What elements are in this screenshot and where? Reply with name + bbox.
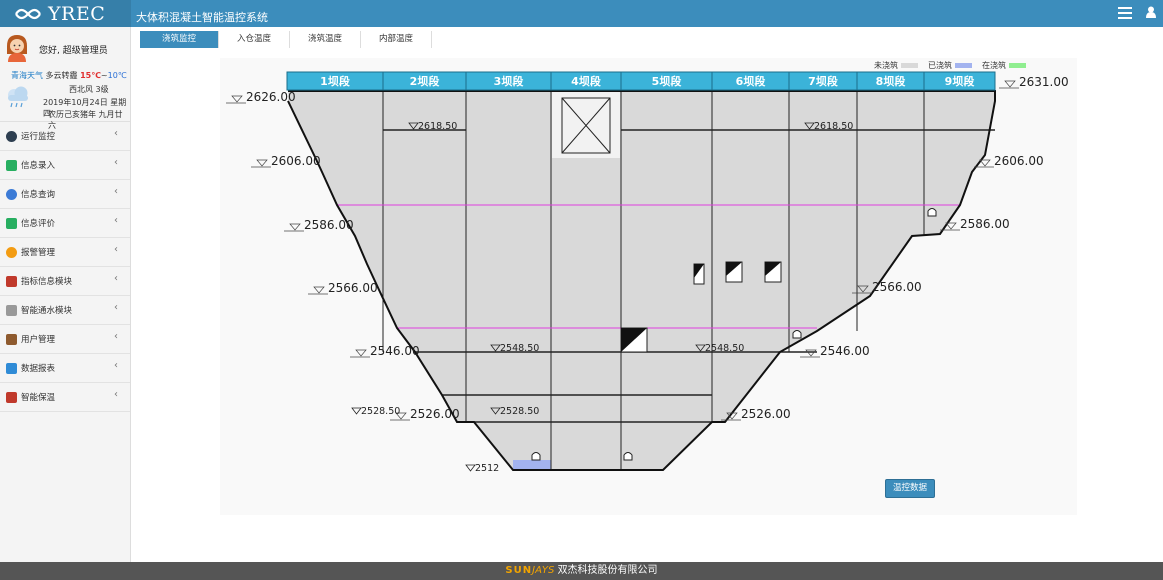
top-bar: YREC 大体积混凝土智能温控系统 [0, 0, 1163, 27]
sidebar: 您好, 超级管理员 青海天气 多云转霾 15℃~10℃ 西北风 3级 2019年… [0, 27, 131, 562]
sidebar-item-9[interactable]: 智能保温 ‹ [0, 383, 130, 412]
chart-icon [6, 275, 17, 287]
sidebar-item-label: 指标信息模块 [21, 277, 73, 287]
sidebar-item-label: 信息查询 [21, 190, 56, 200]
alarm-icon [6, 246, 17, 258]
user-menu-icon[interactable] [1146, 6, 1156, 18]
legend-pouring: 在浇筑 [982, 60, 1026, 71]
sidebar-item-label: 智能保温 [21, 393, 56, 403]
chevron-left-icon[interactable]: ‹ [114, 244, 118, 255]
chevron-left-icon[interactable]: ‹ [114, 360, 118, 371]
sidebar-item-label: 信息评价 [21, 219, 56, 229]
sidebar-item-0[interactable]: 运行监控 ‹ [0, 122, 130, 151]
footer-company: 双杰科技股份有限公司 [557, 565, 658, 576]
legend: 未浇筑 已浇筑 在浇筑 [874, 60, 1036, 71]
report-icon [6, 362, 17, 374]
tab-pouring-monitor[interactable]: 浇筑监控 [140, 31, 220, 48]
user-greeting: 您好, 超级管理员 [39, 46, 108, 56]
weather-temp-low: 10℃ [107, 71, 127, 80]
legend-poured: 已浇筑 [928, 60, 972, 71]
legend-swatch-unpoured [901, 63, 918, 68]
avatar [7, 35, 27, 62]
app-title: 大体积混凝土智能温控系统 [136, 11, 268, 24]
sidebar-item-1[interactable]: 信息录入 ‹ [0, 151, 130, 180]
legend-swatch-poured [955, 63, 972, 68]
sidebar-nav: 运行监控 ‹ 信息录入 ‹ 信息查询 ‹ 信息评价 ‹ 报警管理 ‹ 指标信息模块 ‹ 智能通水模块 ‹ 用… [0, 122, 130, 412]
chevron-left-icon[interactable]: ‹ [114, 302, 118, 313]
legend-swatch-pouring [1009, 63, 1026, 68]
user-panel: 您好, 超级管理员 [0, 27, 130, 67]
chevron-left-icon[interactable]: ‹ [114, 128, 118, 139]
checkbox-icon [6, 217, 17, 229]
tab-pouring-temperature[interactable]: 浇筑温度 [290, 31, 362, 48]
dam-canvas [220, 58, 1077, 515]
document-icon [6, 159, 17, 171]
sidebar-item-8[interactable]: 数据报表 ‹ [0, 354, 130, 383]
legend-unpoured: 未浇筑 [874, 60, 918, 71]
weather-temp-separator: ~ [100, 71, 108, 80]
chevron-left-icon[interactable]: ‹ [114, 331, 118, 342]
footer-brand-sun: SUN [505, 565, 533, 576]
chevron-left-icon[interactable]: ‹ [114, 389, 118, 400]
weather-condition: 多云转霾 [45, 71, 78, 80]
weather-city: 青海天气 [11, 71, 43, 80]
sidebar-item-6[interactable]: 智能通水模块 ‹ [0, 296, 130, 325]
sidebar-item-label: 运行监控 [21, 132, 56, 142]
logo-text: YREC [48, 2, 106, 25]
sidebar-item-label: 报警管理 [21, 248, 56, 258]
water-icon [6, 304, 17, 316]
tab-inlet-temperature[interactable]: 入仓温度 [219, 31, 291, 48]
weather-widget: 青海天气 多云转霾 15℃~10℃ 西北风 3级 2019年10月24日 星期四… [0, 67, 130, 130]
user-icon [6, 333, 17, 345]
footer: SUNJAYS 双杰科技股份有限公司 [0, 562, 1163, 580]
sidebar-item-label: 数据报表 [21, 364, 56, 374]
dashboard-icon [6, 130, 17, 142]
sidebar-item-2[interactable]: 信息查询 ‹ [0, 180, 130, 209]
weather-temp-high: 15℃ [80, 71, 101, 80]
footer-brand-jays: JAYS [532, 565, 555, 576]
sidebar-item-3[interactable]: 信息评价 ‹ [0, 209, 130, 238]
sidebar-item-label: 用户管理 [21, 335, 56, 345]
tool-icon [6, 391, 17, 403]
weather-wind: 西北风 3级 [69, 85, 109, 94]
logo-icon [15, 8, 41, 19]
sidebar-item-7[interactable]: 用户管理 ‹ [0, 325, 130, 354]
chevron-left-icon[interactable]: ‹ [114, 273, 118, 284]
sidebar-item-label: 信息录入 [21, 161, 56, 171]
tab-internal-temperature[interactable]: 内部温度 [361, 31, 433, 48]
tab-bar: 浇筑监控 入仓温度 浇筑温度 内部温度 [140, 31, 433, 48]
chevron-left-icon[interactable]: ‹ [114, 215, 118, 226]
logo[interactable]: YREC [0, 0, 131, 27]
hamburger-menu-icon[interactable] [1118, 7, 1132, 19]
temperature-data-button[interactable]: 温控数据 [885, 479, 935, 498]
chevron-left-icon[interactable]: ‹ [114, 186, 118, 197]
search-icon [6, 188, 17, 200]
sidebar-item-4[interactable]: 报警管理 ‹ [0, 238, 130, 267]
sidebar-item-label: 智能通水模块 [21, 306, 73, 316]
cloud-rain-icon [8, 86, 28, 108]
chevron-left-icon[interactable]: ‹ [114, 157, 118, 168]
sidebar-item-5[interactable]: 指标信息模块 ‹ [0, 267, 130, 296]
